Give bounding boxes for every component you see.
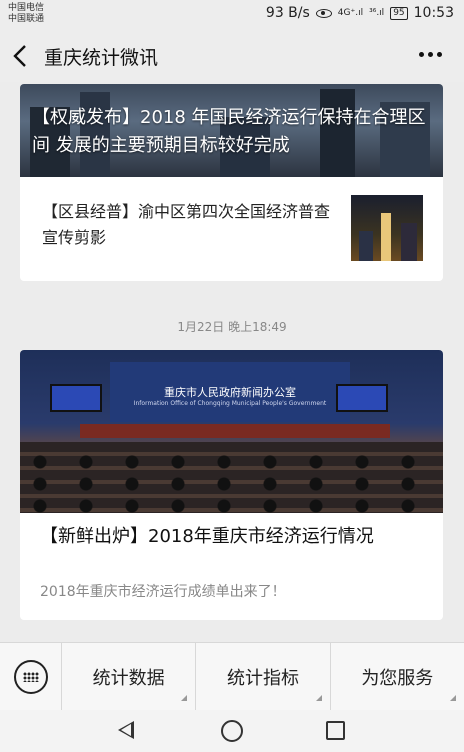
page-title: 重庆统计微讯 [44, 46, 159, 69]
status-bar: 中国电信 中国联通 93 B/s 4G⁺.ıl ³⁶.ıl 95 10:53 [0, 0, 464, 30]
menu-label: 为您服务 [361, 667, 434, 689]
nav-back-icon[interactable] [118, 721, 134, 739]
article-title: 【区县经普】渝中区第四次全国经济普查宣传剪影 [42, 202, 331, 247]
article-card-single[interactable]: 重庆市人民政府新闻办公室 Information Office of Chong… [20, 350, 443, 620]
cover-title: 【权威发布】2018 年国民经济运行保持在合理区间 发展的主要预期目标较好完成 [32, 107, 426, 156]
back-arrow-icon[interactable] [0, 30, 40, 82]
system-nav-bar [0, 710, 464, 752]
article-item-2[interactable]: 【区县经普】渝中区第四次全国经济普查宣传剪影 [20, 177, 443, 281]
submenu-indicator-icon [315, 694, 322, 701]
eye-comfort-icon [315, 8, 332, 18]
stage-banner-subtext: Information Office of Chongqing Municipa… [133, 400, 327, 407]
article-title: 【新鲜出炉】2018年重庆市经济运行情况 [40, 526, 374, 547]
bottom-menu: 统计数据 统计指标 为您服务 [0, 642, 464, 711]
signal-3g-icon: ³⁶.ıl [369, 8, 385, 18]
cover-image: 重庆市人民政府新闻办公室 Information Office of Chong… [20, 350, 443, 513]
network-speed: 93 B/s [265, 5, 310, 21]
menu-item-stats-indicators[interactable]: 统计指标 [196, 642, 331, 711]
more-icon[interactable] [419, 52, 442, 57]
nav-recents-icon[interactable] [326, 721, 345, 740]
submenu-indicator-icon [449, 694, 456, 701]
message-feed: 【权威发布】2018 年国民经济运行保持在合理区间 发展的主要预期目标较好完成 … [0, 82, 464, 642]
battery-icon: 95 [390, 6, 408, 20]
article-card-multi: 【权威发布】2018 年国民经济运行保持在合理区间 发展的主要预期目标较好完成 … [20, 84, 443, 281]
stage-banner-text: 重庆市人民政府新闻办公室 [164, 386, 296, 399]
nav-home-icon[interactable] [221, 720, 243, 742]
signal-4g-icon: 4G⁺.ıl [337, 8, 364, 18]
menu-label: 统计指标 [226, 667, 299, 689]
submenu-indicator-icon [181, 694, 188, 701]
carrier-info: 中国电信 中国联通 [8, 3, 44, 25]
cover-article-1[interactable]: 【权威发布】2018 年国民经济运行保持在合理区间 发展的主要预期目标较好完成 [20, 84, 443, 177]
message-timestamp: 1月22日 晚上18:49 [177, 320, 287, 334]
article-thumbnail [351, 195, 423, 261]
status-right: 93 B/s 4G⁺.ıl ³⁶.ıl 95 10:53 [266, 5, 454, 21]
app-header: 重庆统计微讯 [0, 30, 464, 82]
menu-item-services[interactable]: 为您服务 [331, 643, 464, 711]
menu-label: 统计数据 [92, 667, 165, 689]
clock: 10:53 [413, 5, 454, 21]
carrier-2: 中国联通 [8, 14, 45, 24]
keyboard-toggle-button[interactable] [0, 642, 62, 711]
menu-item-stats-data[interactable]: 统计数据 [62, 642, 197, 711]
carrier-1: 中国电信 [8, 3, 45, 13]
article-description: 2018年重庆市经济运行成绩单出来了！ [40, 584, 286, 600]
keyboard-icon [13, 659, 48, 694]
